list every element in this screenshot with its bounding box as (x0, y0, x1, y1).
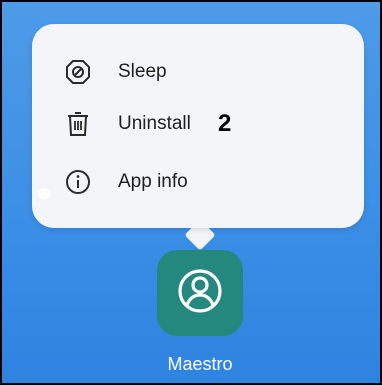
menu-item-app-info[interactable]: App info (32, 158, 364, 206)
app-name-label: Maestro (167, 354, 233, 374)
app-icon-maestro[interactable] (157, 250, 243, 336)
trash-icon (63, 109, 93, 139)
annotation-number: 2 (218, 110, 232, 137)
app-shortcut-menu: Sleep Uninstall 2 App info (32, 24, 364, 228)
menu-item-label: Uninstall (118, 113, 191, 134)
menu-item-label: App info (118, 171, 188, 192)
menu-item-uninstall[interactable]: Uninstall 2 (32, 100, 364, 148)
user-circle-icon (171, 262, 229, 325)
info-icon (63, 167, 93, 197)
menu-item-sleep[interactable]: Sleep (32, 48, 364, 96)
home-screen: Sleep Uninstall 2 App info Maestro (0, 0, 382, 385)
menu-item-label: Sleep (118, 61, 167, 82)
decorative-dot (38, 188, 50, 200)
sleep-icon (63, 57, 93, 87)
